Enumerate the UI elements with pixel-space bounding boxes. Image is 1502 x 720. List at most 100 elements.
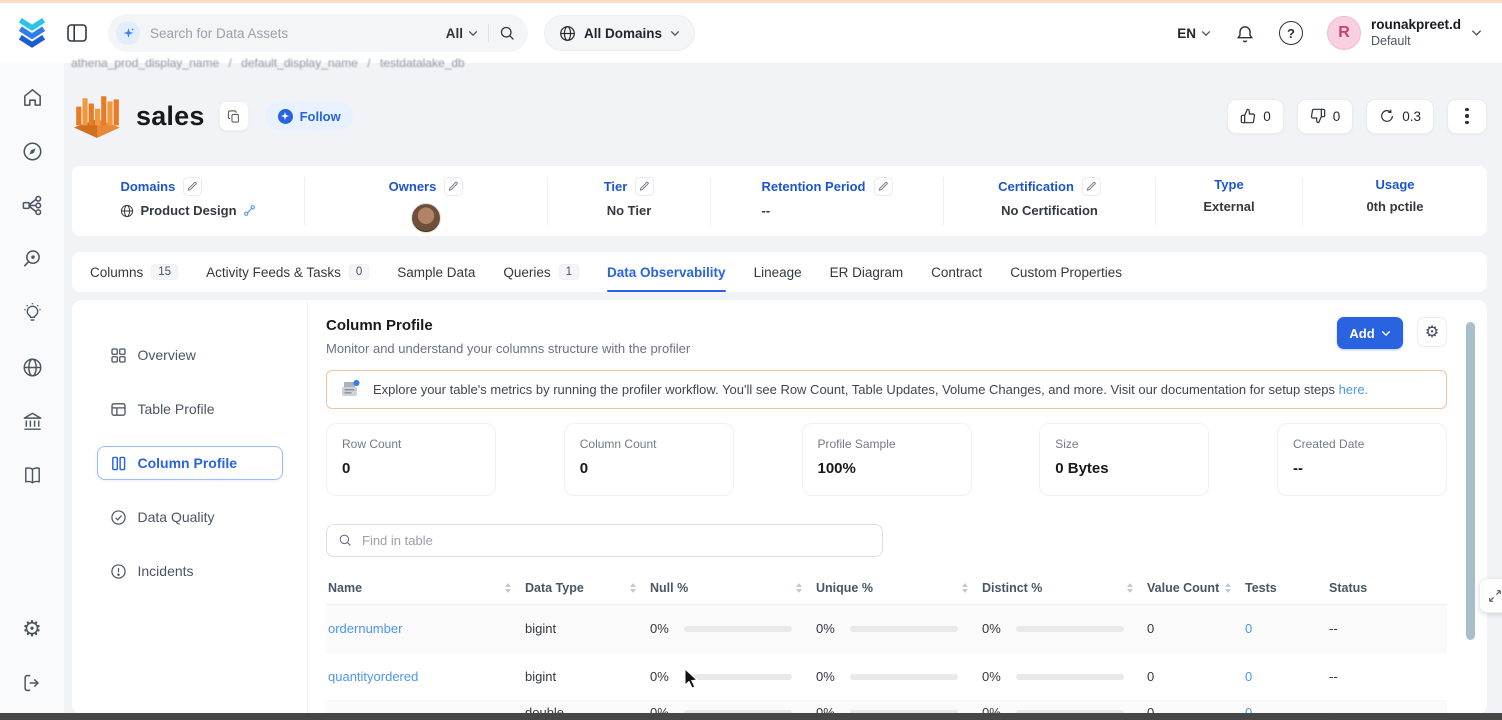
nav-logout[interactable] [12, 663, 52, 703]
pencil-icon [1086, 181, 1097, 192]
owner-avatar[interactable] [411, 203, 441, 233]
profiler-settings-button[interactable]: ⚙ [1417, 317, 1447, 347]
copy-name-button[interactable] [219, 101, 249, 131]
type-label: Type [1214, 177, 1243, 192]
find-in-table-input[interactable] [362, 533, 871, 548]
pencil-icon [639, 181, 650, 192]
tab-data-observability[interactable]: Data Observability [607, 252, 726, 292]
owners-label: Owners [389, 179, 437, 194]
docs-link[interactable]: here. [1339, 382, 1369, 397]
retention-value: -- [761, 203, 770, 218]
panel-title: Column Profile [326, 317, 690, 334]
stat-column-count: Column Count 0 [564, 423, 734, 496]
chevron-down-icon [1471, 29, 1482, 37]
upvote-button[interactable]: 0 [1227, 99, 1284, 134]
domains-value[interactable]: Product Design [140, 203, 236, 218]
nav-settings[interactable]: ⚙ [12, 609, 52, 649]
expand-panel-button[interactable] [1479, 578, 1502, 613]
col-header-name[interactable]: Name [326, 581, 525, 595]
global-search-bar[interactable]: All [108, 14, 528, 52]
profiler-nav-incidents[interactable]: Incidents [97, 554, 283, 588]
nav-explore[interactable] [12, 131, 52, 171]
version-button[interactable]: 0.3 [1366, 99, 1434, 134]
sort-icon[interactable] [630, 583, 636, 594]
app-logo[interactable] [0, 15, 64, 51]
tests-link[interactable]: 0 [1245, 621, 1329, 636]
tab-sample-data[interactable]: Sample Data [397, 252, 475, 292]
tab-custom-properties[interactable]: Custom Properties [1010, 252, 1122, 292]
nav-insights[interactable] [12, 293, 52, 333]
breadcrumb-item[interactable]: testdatalake_db [380, 56, 465, 70]
panel-subtitle: Monitor and understand your columns stru… [326, 341, 690, 356]
follow-button[interactable]: Follow [265, 102, 354, 130]
sidebar-toggle-icon[interactable] [64, 20, 90, 46]
edit-owners-button[interactable] [444, 177, 463, 196]
column-name-link[interactable]: ordernumber [326, 621, 525, 636]
meta-owners: Owners [305, 177, 548, 225]
nav-domains[interactable] [12, 347, 52, 387]
vertical-scrollbar[interactable] [1466, 322, 1475, 640]
edit-domains-button[interactable] [183, 177, 202, 196]
stat-value: 0 [580, 460, 718, 477]
sort-icon[interactable] [796, 583, 802, 594]
nav-home[interactable] [12, 77, 52, 117]
breadcrumb-item[interactable]: athena_prod_display_name [71, 56, 219, 70]
help-button[interactable]: ? [1279, 21, 1303, 45]
nav-lineage[interactable] [12, 185, 52, 225]
edit-certification-button[interactable] [1082, 177, 1101, 196]
sort-icon[interactable] [505, 583, 511, 594]
progress-bar [684, 674, 792, 680]
breadcrumb-item[interactable]: default_display_name [241, 56, 358, 70]
col-header-value-count[interactable]: Value Count [1147, 581, 1245, 595]
value-count-cell: 0 [1147, 621, 1245, 636]
profiler-nav-overview[interactable]: Overview [97, 338, 283, 372]
search-scope-dropdown[interactable]: All [446, 26, 478, 41]
edit-retention-button[interactable] [874, 177, 893, 196]
tests-link[interactable]: 0 [1245, 669, 1329, 684]
downvote-button[interactable]: 0 [1297, 99, 1354, 134]
notifications-button[interactable] [1235, 23, 1255, 44]
language-selector[interactable]: EN [1177, 26, 1211, 41]
tab-activity-feeds[interactable]: Activity Feeds & Tasks0 [206, 252, 369, 292]
table-row: quantityordered bigint 0% 0% 0% 0 0 -- [326, 653, 1447, 701]
user-menu[interactable]: R rounakpreet.d Default [1327, 16, 1482, 50]
nav-observability[interactable] [12, 239, 52, 279]
more-actions-button[interactable] [1447, 99, 1487, 134]
col-header-data-type[interactable]: Data Type [525, 581, 650, 595]
profiler-nav-table-profile[interactable]: Table Profile [97, 392, 283, 426]
edit-tier-button[interactable] [635, 177, 654, 196]
all-domains-dropdown[interactable]: All Domains [544, 15, 695, 51]
nav-govern[interactable] [12, 401, 52, 441]
profiler-nav-column-profile[interactable]: Column Profile [97, 446, 283, 480]
column-name-link[interactable]: quantityordered [326, 669, 525, 684]
network-graph-icon [21, 194, 44, 217]
tab-queries[interactable]: Queries1 [503, 252, 579, 292]
col-header-distinct-pct[interactable]: Distinct % [982, 581, 1147, 595]
profiler-nav-data-quality[interactable]: Data Quality [97, 500, 283, 534]
col-header-null-pct[interactable]: Null % [650, 581, 816, 595]
search-input[interactable] [150, 26, 436, 41]
sort-icon[interactable] [962, 583, 968, 594]
usage-value: 0th pctile [1366, 199, 1423, 214]
nav-glossary[interactable] [12, 455, 52, 495]
data-observability-panel: Overview Table Profile Column Profile Da… [72, 300, 1487, 714]
incident-alert-icon [110, 563, 127, 580]
ai-sparkle-icon[interactable] [116, 21, 140, 45]
tab-er-diagram[interactable]: ER Diagram [830, 252, 904, 292]
search-icon[interactable] [499, 25, 516, 42]
tab-columns[interactable]: Columns15 [90, 252, 178, 292]
sort-icon[interactable] [1225, 583, 1231, 594]
top-navigation-bar: All All Domains EN [0, 3, 1502, 63]
subdomain-link-icon[interactable] [243, 204, 256, 217]
table-profile-icon [110, 401, 127, 418]
sort-icon[interactable] [1127, 583, 1133, 594]
chevron-down-icon [670, 30, 680, 37]
col-header-unique-pct[interactable]: Unique % [816, 581, 982, 595]
globe-icon [21, 356, 44, 379]
find-in-table-search[interactable] [326, 524, 883, 557]
tab-lineage[interactable]: Lineage [754, 252, 802, 292]
tab-contract[interactable]: Contract [931, 252, 982, 292]
downvote-count: 0 [1333, 109, 1341, 124]
add-button[interactable]: Add [1337, 317, 1403, 349]
breadcrumb[interactable]: athena_prod_display_name / default_displ… [71, 56, 471, 70]
